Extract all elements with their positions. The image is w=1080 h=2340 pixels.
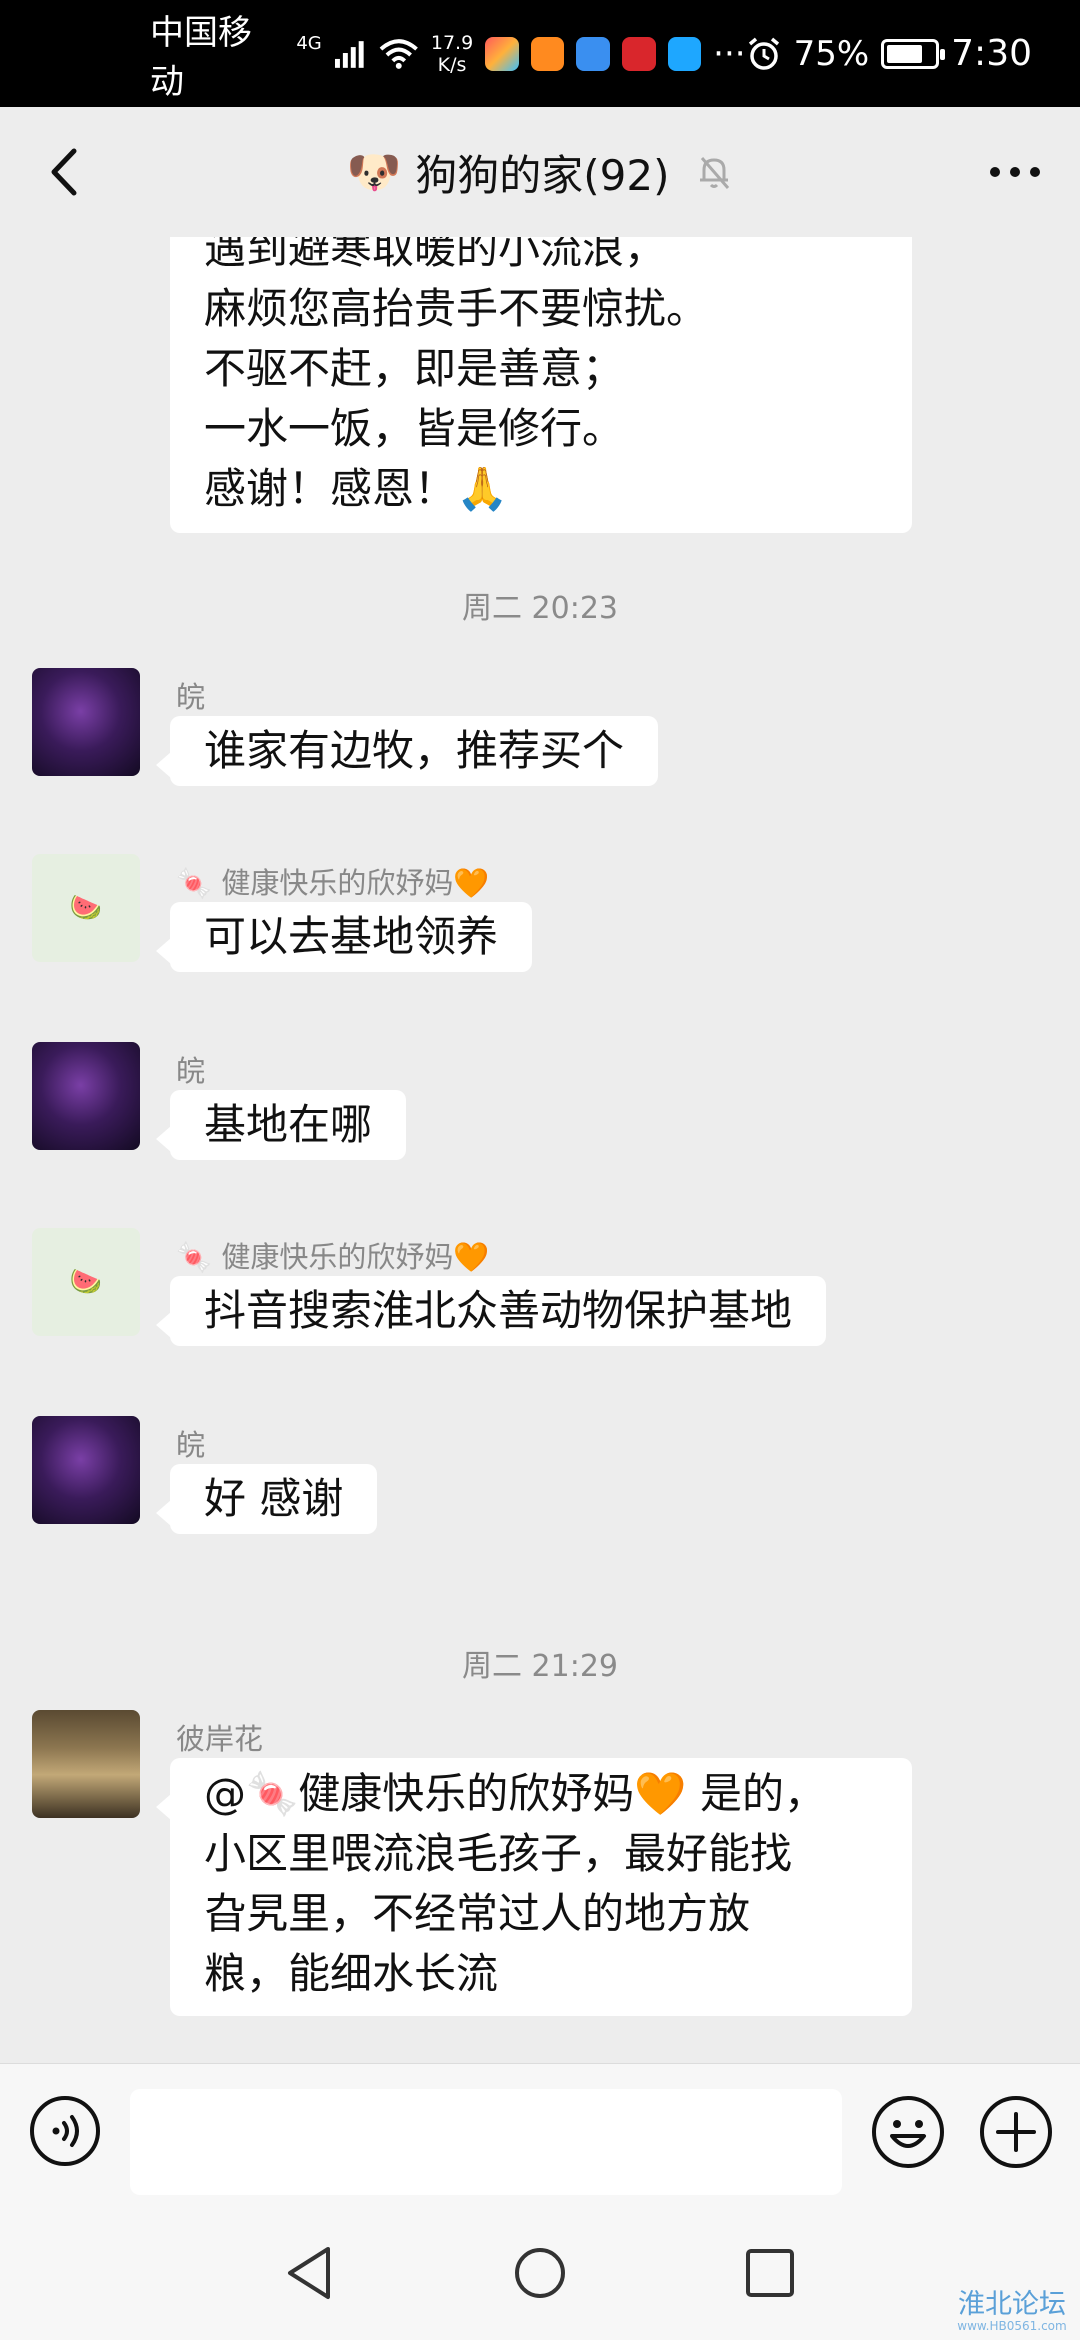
message-list[interactable]: 遇到避寒取暖的小流浪， 麻烦您高抬贵手不要惊扰。 不驱不赶，即是善意； 一水一饭… xyxy=(0,237,1080,2063)
message-text: 抖音搜索淮北众善动物保护基地 xyxy=(204,1286,793,1335)
more-options-icon[interactable] xyxy=(980,137,1050,207)
sender-name: 皖 xyxy=(176,1428,206,1462)
message-text: 好 感谢 xyxy=(204,1474,344,1523)
sender-name: 🍬 健康快乐的欣妤妈🧡 xyxy=(176,1240,490,1274)
watermark-sub: www.HB0561.com xyxy=(957,2319,1067,2333)
speed-unit: K/s xyxy=(437,53,467,76)
timestamp-divider: 周二 21:29 xyxy=(462,1649,618,1684)
message-bubble[interactable]: 基地在哪 xyxy=(155,1090,407,1160)
back-icon[interactable] xyxy=(30,137,100,207)
status-right: 75% 7:30 xyxy=(746,33,1032,74)
timestamp-divider: 周二 20:23 xyxy=(462,591,618,626)
watermelon-icon: 🍉 xyxy=(69,1267,103,1297)
avatar[interactable] xyxy=(32,668,140,776)
avatar[interactable]: 🍉 xyxy=(32,854,140,962)
sender-name: 皖 xyxy=(176,680,206,714)
speed-value: 17.9 xyxy=(430,31,474,54)
message-line: 不驱不赶，即是善意； xyxy=(204,344,625,393)
carrier-label: 中国移动 xyxy=(150,12,252,102)
chat-header: 🐶 狗狗的家(92) xyxy=(0,107,1080,237)
network-speed: 17.9 K/s xyxy=(431,32,473,76)
sender-name: 🍬 健康快乐的欣妤妈🧡 xyxy=(176,866,490,900)
more-notifications-icon: ··· xyxy=(713,33,746,74)
alarm-icon xyxy=(748,37,779,70)
avatar[interactable]: 🍉 xyxy=(32,1228,140,1336)
voice-input-icon[interactable] xyxy=(28,2094,102,2168)
group-name: 狗狗的家(92) xyxy=(415,150,670,200)
avatar[interactable] xyxy=(32,1042,140,1150)
message-bubble[interactable]: 好 感谢 xyxy=(155,1464,378,1534)
system-nav-bar: 淮北论坛 www.HB0561.com xyxy=(0,2213,1080,2340)
app-notification-icon xyxy=(485,36,519,71)
nav-home-icon[interactable] xyxy=(512,2243,568,2303)
message-line: 麻烦您高抬贵手不要惊扰。 xyxy=(204,284,709,333)
battery-icon xyxy=(881,38,946,69)
message-line: @🍬健康快乐的欣妤妈🧡 是的， xyxy=(204,1769,826,1818)
chat-title: 🐶 狗狗的家(92) xyxy=(346,142,733,203)
forum-watermark: 淮北论坛 www.HB0561.com xyxy=(948,2290,1076,2336)
message-bubble[interactable]: 遇到避寒取暖的小流浪， 麻烦您高抬贵手不要惊扰。 不驱不赶，即是善意； 一水一饭… xyxy=(170,237,912,533)
message-line: 感谢！感恩！🙏 xyxy=(204,464,509,513)
avatar[interactable] xyxy=(32,1710,140,1818)
study-app-icon xyxy=(621,36,656,71)
message-line: 旮旯里，不经常过人的地方放 xyxy=(204,1889,751,1938)
message-bubble[interactable]: 谁家有边牧，推荐买个 xyxy=(155,716,659,786)
emoji-icon[interactable] xyxy=(870,2094,946,2170)
network-type: 4G xyxy=(296,32,322,54)
dog-emoji-icon: 🐶 xyxy=(346,147,402,198)
clock: 7:30 xyxy=(951,33,1032,74)
battery-percent: 75% xyxy=(793,33,870,74)
watermelon-icon: 🍉 xyxy=(69,893,103,923)
message-input[interactable] xyxy=(130,2089,842,2195)
mute-bell-icon xyxy=(699,157,729,189)
add-attachment-icon[interactable] xyxy=(978,2094,1054,2170)
sender-name: 皖 xyxy=(176,1054,206,1088)
sender-name: 彼岸花 xyxy=(176,1722,264,1756)
message-text: 基地在哪 xyxy=(204,1100,373,1149)
watermark-main: 淮北论坛 xyxy=(958,2289,1066,2320)
nav-back-icon[interactable] xyxy=(282,2243,338,2303)
status-bar: 中国移动 4G 17.9 K/s ··· 75% 7:30 xyxy=(0,0,1080,107)
message-bubble[interactable]: 抖音搜索淮北众善动物保护基地 xyxy=(155,1276,827,1346)
message-line: 粮，能细水长流 xyxy=(204,1949,499,1998)
battery-fill xyxy=(887,44,922,63)
message-bubble[interactable]: @🍬健康快乐的欣妤妈🧡 是的， 小区里喂流浪毛孩子，最好能找 旮旯里，不经常过人… xyxy=(156,1758,912,2016)
signal-icon xyxy=(334,40,364,68)
message-text: 可以去基地领养 xyxy=(204,912,499,961)
wifi-icon xyxy=(380,38,419,69)
search-app-icon xyxy=(667,36,702,71)
browser-app-icon xyxy=(576,36,610,71)
video-app-icon xyxy=(530,36,565,71)
input-bar xyxy=(0,2063,1080,2213)
message-bubble[interactable]: 可以去基地领养 xyxy=(155,902,533,972)
message-text: 谁家有边牧，推荐买个 xyxy=(204,726,625,775)
message-line: 遇到避寒取暖的小流浪， xyxy=(204,237,667,273)
message-line: 小区里喂流浪毛孩子，最好能找 xyxy=(204,1829,793,1878)
avatar[interactable] xyxy=(32,1416,140,1524)
message-line: 一水一饭，皆是修行。 xyxy=(204,404,625,453)
status-left: 中国移动 4G 17.9 K/s ··· xyxy=(150,5,746,103)
nav-recent-apps-icon[interactable] xyxy=(742,2243,798,2303)
